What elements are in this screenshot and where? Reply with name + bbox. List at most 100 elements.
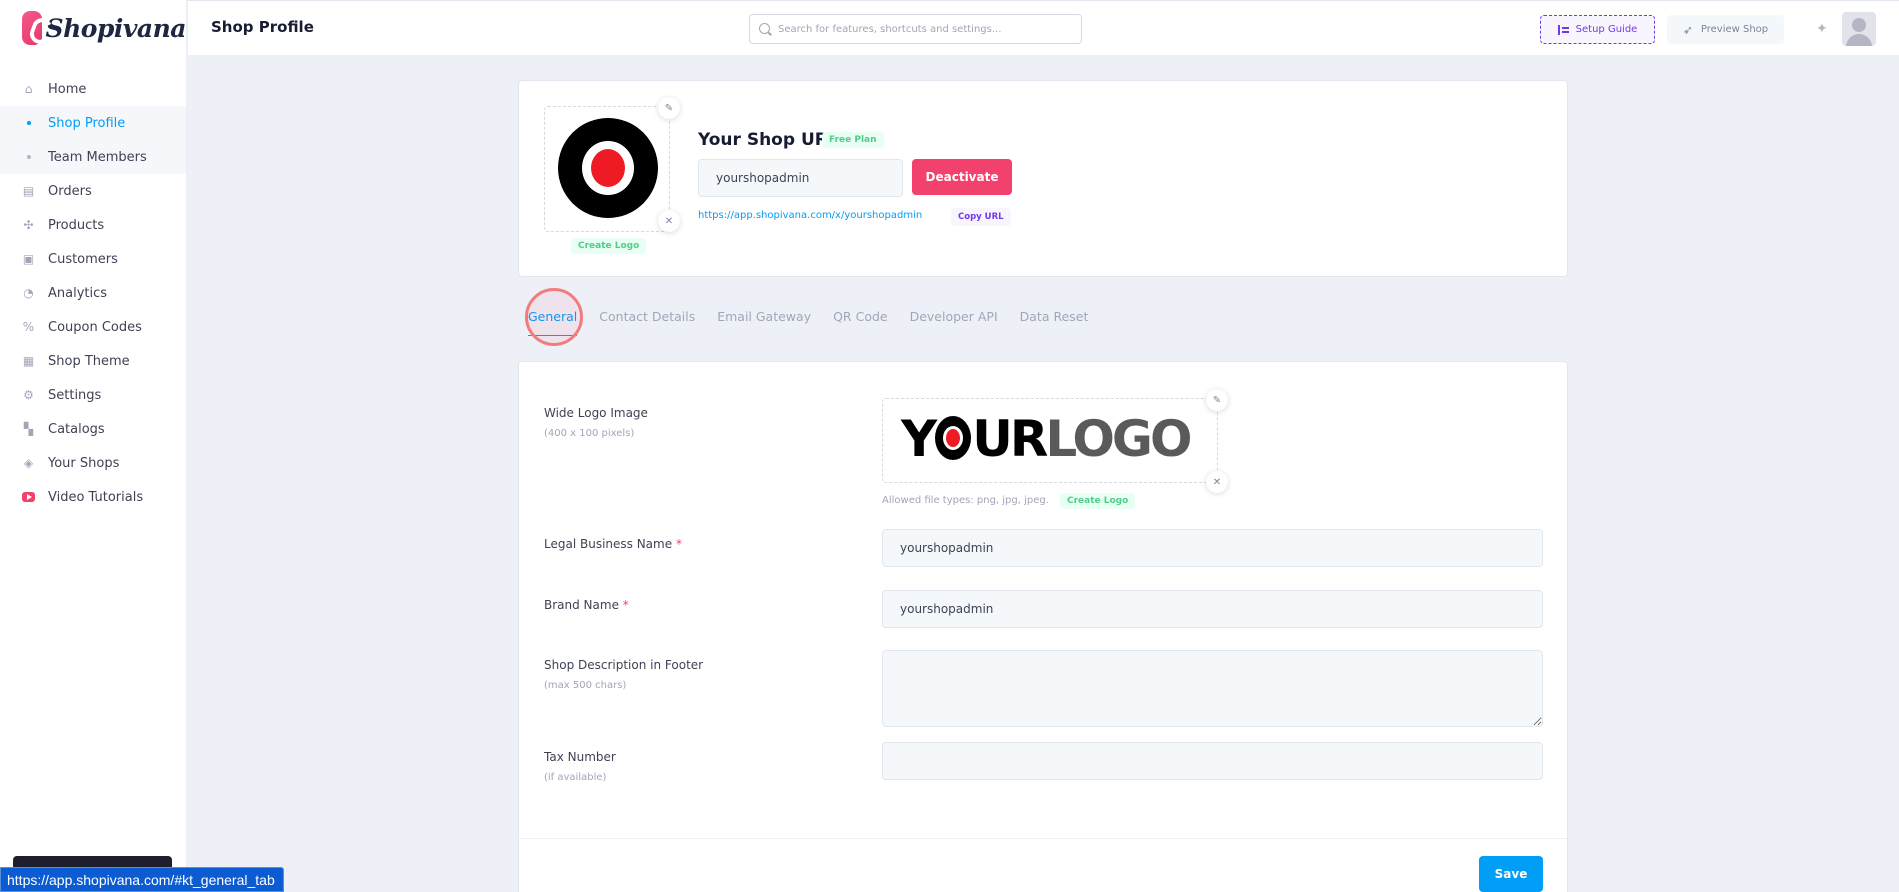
shopivana-logo-icon: [22, 11, 42, 45]
wide-logo-upload[interactable]: Y URLOGO: [882, 398, 1218, 483]
sidebar-item-label: Catalogs: [48, 421, 105, 437]
clipboard-icon: ▤: [22, 184, 35, 198]
tax-number-hint: (if available): [544, 772, 607, 783]
description-textarea[interactable]: [882, 650, 1543, 727]
shop-logo-upload[interactable]: [544, 106, 670, 232]
create-logo-badge[interactable]: Create Logo: [571, 238, 647, 254]
sidebar-item-home[interactable]: ⌂ Home: [0, 72, 186, 106]
shop-url-field[interactable]: yourshopadmin: [698, 159, 903, 197]
user-card-icon: ▣: [22, 252, 35, 266]
gear-icon: ⚙: [23, 388, 34, 402]
pie-chart-icon: ◔: [23, 286, 34, 300]
profile-tabs: General Contact Details Email Gateway QR…: [528, 309, 1110, 336]
sparkle-icon[interactable]: ✦: [1816, 21, 1828, 37]
layers-icon: ◈: [23, 456, 34, 470]
home-icon: ⌂: [24, 82, 33, 96]
logo-o-mark: [935, 416, 972, 460]
sidebar: Shopivana ⌂ Home Shop Profile Team Membe…: [0, 0, 187, 892]
setup-guide-button[interactable]: Setup Guide: [1540, 15, 1655, 44]
sidebar-item-label: Video Tutorials: [48, 489, 144, 505]
tax-number-label: Tax Number: [544, 750, 616, 764]
sidebar-nav: ⌂ Home Shop Profile Team Members ▤ Order…: [0, 72, 186, 514]
deactivate-button[interactable]: Deactivate: [912, 159, 1012, 195]
search-box[interactable]: [749, 14, 1082, 44]
sidebar-item-team-members[interactable]: Team Members: [0, 140, 186, 174]
edit-logo-pencil-icon[interactable]: ✎: [658, 97, 680, 119]
sidebar-item-settings[interactable]: ⚙ Settings: [0, 378, 186, 412]
top-header: Shop Profile Setup Guide ➶ Preview Shop …: [188, 0, 1899, 56]
bullet-icon: [22, 121, 35, 125]
page-title: Shop Profile: [211, 18, 314, 36]
sidebar-item-coupon-codes[interactable]: % Coupon Codes: [0, 310, 186, 344]
wide-logo-text-part: UR: [972, 410, 1048, 468]
sidebar-item-analytics[interactable]: ◔ Analytics: [0, 276, 186, 310]
general-settings-card: Wide Logo Image (400 x 100 pixels) Y URLO…: [518, 361, 1568, 892]
brand-name-label: Brand Name *: [544, 598, 629, 612]
sidebar-item-label: Orders: [48, 183, 92, 199]
sidebar-item-label: Home: [48, 81, 87, 97]
tab-data-reset[interactable]: Data Reset: [1020, 309, 1089, 336]
search-icon: [759, 23, 770, 34]
sidebar-item-customers[interactable]: ▣ Customers: [0, 242, 186, 276]
youtube-icon: [22, 491, 35, 504]
layout-icon: ▦: [22, 354, 35, 368]
required-mark: *: [675, 537, 682, 551]
tax-number-input[interactable]: [882, 742, 1543, 780]
preview-shop-label: Preview Shop: [1700, 24, 1769, 35]
legal-name-input[interactable]: [882, 529, 1543, 567]
shop-url-link[interactable]: https://app.shopivana.com/x/yourshopadmi…: [698, 210, 922, 221]
copy-url-button[interactable]: Copy URL: [951, 208, 1011, 226]
sidebar-item-orders[interactable]: ▤ Orders: [0, 174, 186, 208]
wide-logo-text-part: LOGO: [1045, 410, 1192, 468]
card-footer-divider: [519, 838, 1567, 839]
bullet-icon: [22, 155, 35, 159]
sidebar-item-label: Analytics: [48, 285, 108, 301]
description-label: Shop Description in Footer: [544, 658, 704, 672]
sidebar-item-label: Your Shops: [48, 455, 120, 471]
tab-contact-details[interactable]: Contact Details: [599, 309, 695, 336]
sidebar-item-catalogs[interactable]: ▚ Catalogs: [0, 412, 186, 446]
save-button[interactable]: Save: [1479, 856, 1543, 892]
brand-name-input[interactable]: [882, 590, 1543, 628]
search-input[interactable]: [778, 23, 1068, 35]
sidebar-item-label: Coupon Codes: [48, 319, 142, 335]
edit-wide-logo-pencil-icon[interactable]: ✎: [1206, 389, 1228, 411]
label-text: Brand Name: [544, 598, 619, 612]
sidebar-item-shop-theme[interactable]: ▦ Shop Theme: [0, 344, 186, 378]
list-icon: [1557, 24, 1569, 35]
required-mark: *: [622, 598, 629, 612]
setup-guide-label: Setup Guide: [1575, 24, 1638, 35]
allowed-file-types: Allowed file types: png, jpg, jpeg.: [882, 495, 1049, 506]
user-avatar[interactable]: [1842, 12, 1876, 46]
status-bar-url: https://app.shopivana.com/#kt_general_ta…: [0, 867, 284, 892]
tab-email-gateway[interactable]: Email Gateway: [717, 309, 811, 336]
wide-logo-hint: (400 x 100 pixels): [544, 428, 635, 439]
grid-icon: ▚: [23, 422, 34, 436]
brand-logo[interactable]: Shopivana: [0, 0, 187, 56]
plan-badge: Free Plan: [822, 132, 884, 148]
label-text: Legal Business Name: [544, 537, 673, 551]
shop-url-card: ✎ ✕ Create Logo Your Shop URL Free Plan …: [518, 80, 1568, 277]
sidebar-item-your-shops[interactable]: ◈ Your Shops: [0, 446, 186, 480]
rocket-icon: ➶: [1682, 22, 1693, 37]
brand-name: Shopivana: [45, 13, 187, 43]
remove-wide-logo-close-icon[interactable]: ✕: [1206, 471, 1228, 493]
shop-logo-image: [558, 118, 658, 218]
wide-logo-text-part: Y: [901, 410, 937, 468]
sidebar-item-video-tutorials[interactable]: Video Tutorials: [0, 480, 186, 514]
remove-logo-close-icon[interactable]: ✕: [658, 210, 680, 232]
sidebar-item-products[interactable]: ✣ Products: [0, 208, 186, 242]
sidebar-item-label: Settings: [48, 387, 102, 403]
shop-url-title: Your Shop URL: [698, 130, 839, 150]
sidebar-item-shop-profile[interactable]: Shop Profile: [0, 106, 186, 140]
tab-developer-api[interactable]: Developer API: [910, 309, 998, 336]
sidebar-item-label: Customers: [48, 251, 118, 267]
percent-icon: %: [22, 320, 35, 334]
preview-shop-button[interactable]: ➶ Preview Shop: [1667, 15, 1784, 44]
create-wide-logo-badge[interactable]: Create Logo: [1060, 493, 1136, 509]
tab-qr-code[interactable]: QR Code: [833, 309, 888, 336]
sidebar-item-label: Shop Theme: [48, 353, 130, 369]
products-icon: ✣: [23, 218, 34, 232]
sidebar-item-label: Team Members: [48, 149, 147, 165]
description-hint: (max 500 chars): [544, 680, 627, 691]
